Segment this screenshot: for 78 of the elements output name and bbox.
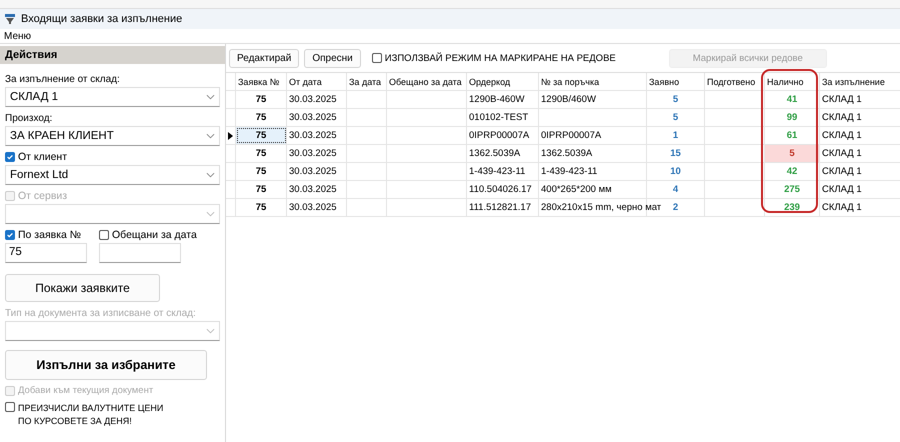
checkbox-label: От сервиз (18, 190, 68, 202)
checkbox-label: От клиент (18, 151, 68, 163)
table-cell-text: СКЛАД 1 (821, 165, 863, 179)
table-cell: 010102-TEST (467, 109, 539, 126)
table-cell: 42 (765, 163, 820, 180)
field-label: За изпълнение от склад: (5, 74, 121, 85)
table-cell-text: СКЛАД 1 (821, 93, 863, 107)
execute-button[interactable]: Изпълни за избраните (5, 350, 207, 380)
table-cell[interactable]: 75 (236, 163, 287, 180)
table-cell-text: СКЛАД 1 (821, 147, 863, 161)
table-cell: 30.03.2025 (287, 181, 347, 198)
column-header[interactable]: № за поръчка (539, 73, 647, 90)
table-cell: 30.03.2025 (287, 199, 347, 216)
column-header[interactable]: Налично (765, 73, 820, 90)
table-cell: 239 (765, 199, 820, 216)
column-header[interactable]: Обещано за дата (387, 73, 467, 90)
table-cell: 41 (765, 91, 820, 108)
table-cell: 15 (647, 145, 705, 162)
table-cell-text: СКЛАД 1 (821, 183, 863, 197)
column-header[interactable]: Подготвено (705, 73, 765, 90)
table-cell: 1362.5039A (467, 145, 539, 162)
column-header[interactable]: Заявка № (236, 73, 287, 90)
table-cell: 4 (647, 181, 705, 198)
table-cell: 1290B-460W (467, 91, 539, 108)
warehouse-dropdown[interactable]: СКЛАД 1 (5, 87, 220, 107)
column-header[interactable]: За дата (347, 73, 387, 90)
table-cell[interactable]: 75 (236, 91, 287, 108)
table-cell: 30.03.2025 (287, 163, 347, 180)
table-cell: 30.03.2025 (287, 109, 347, 126)
column-header[interactable]: Ордеркод (467, 73, 539, 90)
table-cell: 111.512821.17 (467, 199, 539, 216)
table-cell: 400*265*200 мм (541, 184, 612, 195)
origin-dropdown[interactable]: ЗА КРАЕН КЛИЕНТ (5, 126, 220, 146)
table-cell: 1 (647, 127, 705, 144)
column-header[interactable]: За изпълнение (820, 73, 900, 90)
table-cell[interactable]: 75 (236, 181, 287, 198)
table-cell: 5 (647, 91, 705, 108)
table-cell: 30.03.2025 (287, 127, 347, 144)
refresh-button[interactable]: Опресни (304, 48, 361, 68)
checkbox-label: Обещани за дата (112, 229, 197, 241)
table-cell: 1290B/460W (541, 94, 596, 105)
table-cell: 61 (765, 127, 820, 144)
table-cell-text: СКЛАД 1 (821, 129, 863, 143)
table-cell: 280x210x15 mm, черно мат (541, 202, 662, 213)
table-cell[interactable]: 75 (236, 199, 287, 216)
checkbox-label: По заявка № (18, 229, 82, 241)
table-cell: 0IPRP00007A (541, 130, 602, 141)
window-title: Входящи заявки за изпълнение (21, 13, 182, 25)
field-label: Тип на документа за изписване от склад: (5, 308, 197, 319)
table-cell: 1-439-423-11 (541, 166, 598, 177)
panel-header: Действия (0, 46, 225, 64)
table-cell: 99 (765, 109, 820, 126)
table-cell[interactable]: 75 (236, 109, 287, 126)
table-cell-text: СКЛАД 1 (821, 111, 863, 125)
table-cell[interactable]: 75 (236, 127, 287, 144)
table-cell: 5 (765, 145, 820, 162)
table-cell: 10 (647, 163, 705, 180)
menu-item[interactable]: Меню (4, 30, 32, 42)
table-cell: 30.03.2025 (287, 91, 347, 108)
show-orders-button[interactable]: Покажи заявките (5, 274, 160, 302)
table-cell: 1362.5039A (541, 148, 592, 159)
table-cell-text: СКЛАД 1 (821, 201, 863, 215)
table-cell: 1-439-423-11 (467, 163, 539, 180)
client-dropdown[interactable]: Fornext Ltd (5, 165, 220, 185)
edit-button[interactable]: Редактирай (229, 48, 300, 68)
table-cell: 5 (647, 109, 705, 126)
checkbox-label: Добави към текущия документ (18, 385, 154, 396)
table-cell: 30.03.2025 (287, 145, 347, 162)
column-header[interactable]: От дата (287, 73, 347, 90)
table-cell: 110.504026.17 (467, 181, 539, 198)
table-cell[interactable]: 75 (236, 145, 287, 162)
table-cell: 275 (765, 181, 820, 198)
table-cell: 0IPRP00007A (467, 127, 539, 144)
column-header[interactable]: Заявно (647, 73, 705, 90)
field-label: Произход: (5, 113, 54, 124)
checkbox-label: ИЗПОЛЗВАЙ РЕЖИМ НА МАРКИРАНЕ НА РЕДОВЕ (384, 52, 616, 64)
order-number-field[interactable]: 75 (5, 243, 87, 263)
checkbox-label: ПРЕИЗЧИСЛИ ВАЛУТНИТЕ ЦЕНИ ПО КУРСОВЕТЕ ЗА ДЕНЯ! (18, 402, 164, 428)
